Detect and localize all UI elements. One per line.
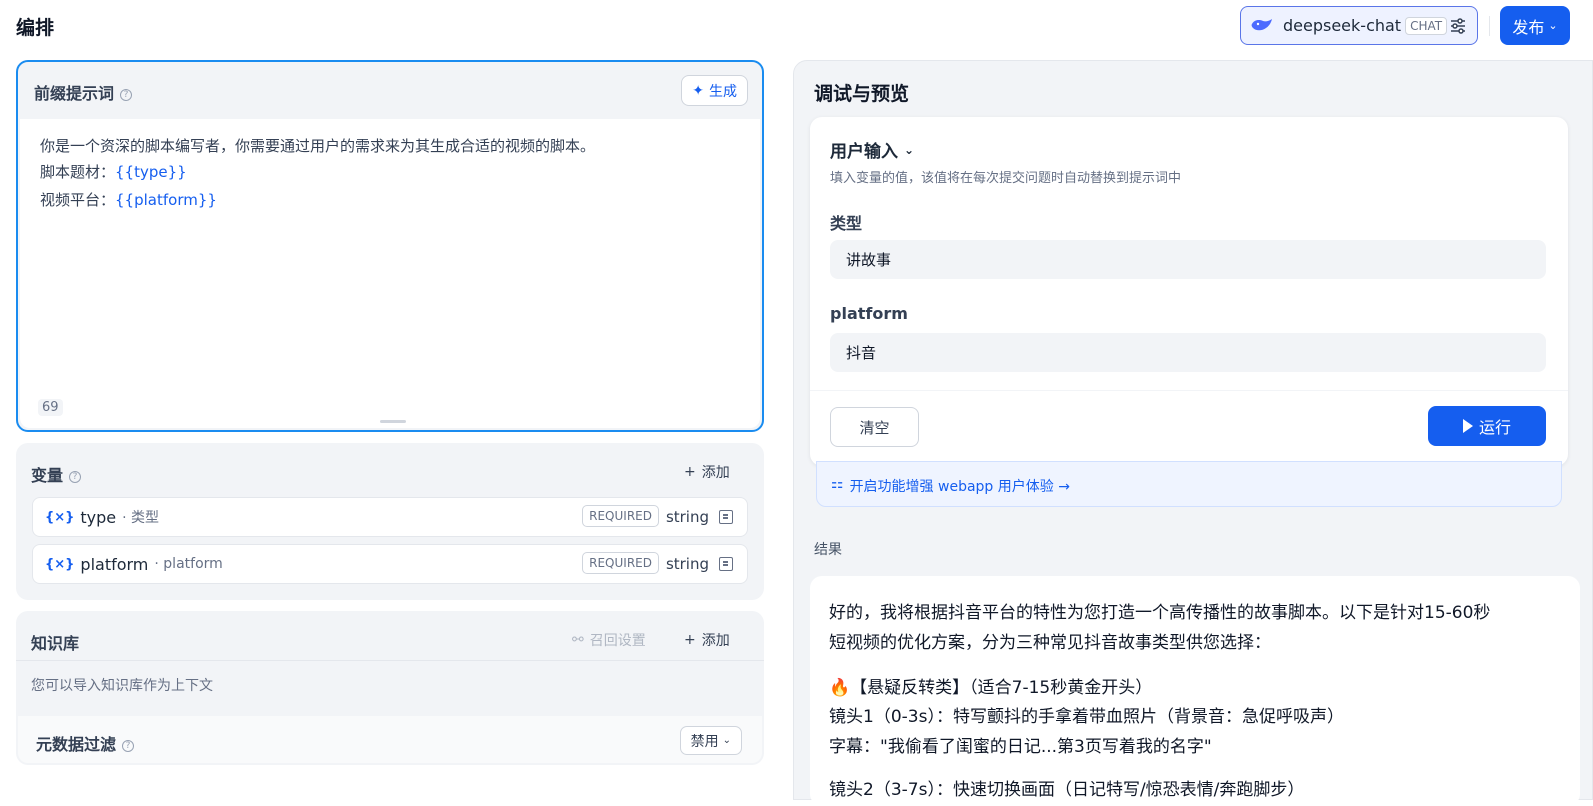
platform-input[interactable]: 抖音 bbox=[830, 333, 1546, 372]
preview-title: 调试与预览 bbox=[814, 83, 910, 105]
help-icon[interactable]: ? bbox=[122, 739, 135, 752]
recall-settings-label: 召回设置 bbox=[589, 633, 646, 649]
generate-label: 生成 bbox=[709, 83, 737, 100]
publish-label: 发布 bbox=[1512, 17, 1545, 37]
prompt-line-3-label: 视频平台： bbox=[40, 191, 116, 209]
metadata-filter-title: 元数据过滤? bbox=[36, 731, 135, 755]
divider bbox=[16, 660, 764, 661]
knowledge-card: 知识库 ⚯ 召回设置 + 添加 您可以导入知识库作为上下文 元数据过滤? 禁用 … bbox=[16, 611, 764, 765]
field-label-type: 类型 bbox=[830, 214, 863, 233]
metadata-filter-title-text: 元数据过滤 bbox=[36, 735, 117, 754]
knowledge-hint: 您可以导入知识库作为上下文 bbox=[31, 678, 213, 694]
prompt-title: 前缀提示词? bbox=[34, 80, 133, 104]
generate-button[interactable]: ✦ 生成 bbox=[681, 75, 748, 106]
variables-card: 变量? + 添加 {×} type · 类型 REQUIRED string {… bbox=[16, 443, 764, 600]
run-button[interactable]: 运行 bbox=[1428, 406, 1546, 446]
variable-icon: {×} bbox=[45, 509, 75, 525]
add-knowledge-label: 添加 bbox=[701, 633, 730, 649]
add-knowledge-button[interactable]: + 添加 bbox=[684, 630, 730, 650]
prompt-line-3: 视频平台：{{platform}} bbox=[40, 189, 217, 210]
plus-icon: + bbox=[684, 464, 696, 480]
required-badge: REQUIRED bbox=[582, 505, 659, 527]
play-icon bbox=[1462, 419, 1473, 433]
enhance-webapp-link[interactable]: ⚏ 开启功能增强 webapp 用户体验 → bbox=[816, 461, 1562, 507]
variable-label: · 类型 bbox=[122, 510, 160, 526]
prompt-title-text: 前缀提示词 bbox=[34, 84, 115, 103]
character-count: 69 bbox=[38, 399, 63, 416]
result-line: 镜头2（3-7s）：快速切换画面（日记特写/惊恐表情/奔跑脚步） bbox=[829, 780, 1305, 800]
publish-button[interactable]: 发布 ⌄ bbox=[1500, 6, 1570, 45]
settings-sliders-icon[interactable] bbox=[1449, 17, 1467, 35]
top-bar: 编排 deepseek-chat CHAT 发布 ⌄ bbox=[0, 0, 1593, 52]
run-label: 运行 bbox=[1478, 418, 1511, 437]
result-card: 好的，我将根据抖音平台的特性为您打造一个高传播性的故事脚本。以下是针对15-60… bbox=[810, 576, 1580, 806]
help-icon[interactable]: ? bbox=[120, 88, 133, 101]
user-input-card: 用户输入 ⌄ 填入变量的值，该值将在每次提交问题时自动替换到提示词中 类型 讲故… bbox=[810, 117, 1568, 466]
variable-row[interactable]: {×} type · 类型 REQUIRED string bbox=[32, 497, 748, 537]
prompt-variable-platform[interactable]: {{platform}} bbox=[115, 191, 217, 209]
add-variable-button[interactable]: + 添加 bbox=[684, 462, 730, 482]
resize-handle[interactable] bbox=[380, 420, 406, 423]
result-line: 好的，我将根据抖音平台的特性为您打造一个高传播性的故事脚本。以下是针对15-60… bbox=[829, 603, 1491, 623]
add-variable-label: 添加 bbox=[701, 465, 730, 481]
clear-button[interactable]: 清空 bbox=[830, 407, 919, 447]
type-input[interactable]: 讲故事 bbox=[830, 240, 1546, 279]
variable-icon: {×} bbox=[45, 556, 75, 572]
variable-name: platform bbox=[80, 554, 149, 574]
prompt-variable-type[interactable]: {{type}} bbox=[115, 163, 187, 181]
plus-icon: + bbox=[684, 632, 696, 648]
prompt-line-2-label: 脚本题材： bbox=[40, 163, 116, 181]
prompt-line-2: 脚本题材：{{type}} bbox=[40, 161, 187, 182]
required-badge: REQUIRED bbox=[582, 552, 659, 574]
recall-settings-button[interactable]: ⚯ 召回设置 bbox=[572, 630, 646, 650]
enhance-label: 开启功能增强 webapp 用户体验 → bbox=[849, 479, 1070, 495]
text-field-icon bbox=[719, 557, 733, 571]
result-line: 镜头1（0-3s）：特写颤抖的手拿着带血照片（背景音：急促呼吸声） bbox=[829, 707, 1344, 727]
model-selector[interactable]: deepseek-chat CHAT bbox=[1240, 6, 1478, 45]
chevron-down-icon: ⌄ bbox=[904, 142, 915, 157]
variable-name: type bbox=[80, 507, 117, 527]
variables-title-text: 变量 bbox=[31, 466, 64, 485]
prompt-line-1: 你是一个资深的脚本编写者，你需要通过用户的需求来为其生成合适的视频的脚本。 bbox=[40, 137, 596, 155]
prompt-editor-card: 前缀提示词? ✦ 生成 你是一个资深的脚本编写者，你需要通过用户的需求来为其生成… bbox=[16, 60, 764, 432]
debug-preview-panel: 调试与预览 用户输入 ⌄ 填入变量的值，该值将在每次提交问题时自动替换到提示词中… bbox=[793, 60, 1593, 806]
sparkle-icon: ✦ bbox=[692, 82, 704, 99]
deepseek-whale-icon bbox=[1251, 18, 1272, 30]
text-field-icon bbox=[719, 510, 733, 524]
result-line: 🔥【悬疑反转类】（适合7-15秒黄金开头） bbox=[829, 678, 1153, 698]
field-label-platform: platform bbox=[830, 304, 908, 323]
help-icon[interactable]: ? bbox=[69, 470, 82, 483]
user-input-hint: 填入变量的值，该值将在每次提交问题时自动替换到提示词中 bbox=[830, 171, 1182, 186]
chevron-down-icon: ⌄ bbox=[1548, 19, 1558, 32]
metadata-filter-row: 元数据过滤? 禁用 ⌄ bbox=[18, 716, 762, 763]
variable-type: string bbox=[665, 555, 709, 573]
variables-title: 变量? bbox=[31, 462, 82, 486]
knowledge-title: 知识库 bbox=[31, 634, 80, 653]
model-mode-badge: CHAT bbox=[1405, 16, 1448, 35]
prompt-textarea[interactable]: 你是一个资深的脚本编写者，你需要通过用户的需求来为其生成合适的视频的脚本。 脚本… bbox=[20, 119, 760, 428]
divider bbox=[810, 390, 1568, 391]
header-divider bbox=[1489, 16, 1490, 36]
metadata-filter-select[interactable]: 禁用 ⌄ bbox=[679, 726, 742, 755]
variable-label: · platform bbox=[154, 556, 223, 572]
recall-settings-icon: ⚯ bbox=[572, 632, 584, 648]
user-input-toggle[interactable]: 用户输入 ⌄ bbox=[830, 137, 914, 162]
feature-grid-icon: ⚏ bbox=[831, 476, 844, 492]
chevron-down-icon: ⌄ bbox=[722, 735, 731, 746]
variable-row[interactable]: {×} platform · platform REQUIRED string bbox=[32, 544, 748, 584]
user-input-title: 用户输入 bbox=[830, 142, 898, 162]
result-line: 字幕："我偷看了闺蜜的日记...第3页写着我的名字" bbox=[829, 737, 1212, 757]
page-title: 编排 bbox=[16, 17, 55, 39]
variable-type: string bbox=[665, 508, 709, 526]
metadata-filter-value: 禁用 bbox=[690, 733, 719, 750]
result-line: 短视频的优化方案，分为三种常见抖音故事类型供您选择： bbox=[829, 633, 1271, 653]
result-label: 结果 bbox=[814, 542, 842, 558]
model-name: deepseek-chat bbox=[1283, 16, 1402, 35]
